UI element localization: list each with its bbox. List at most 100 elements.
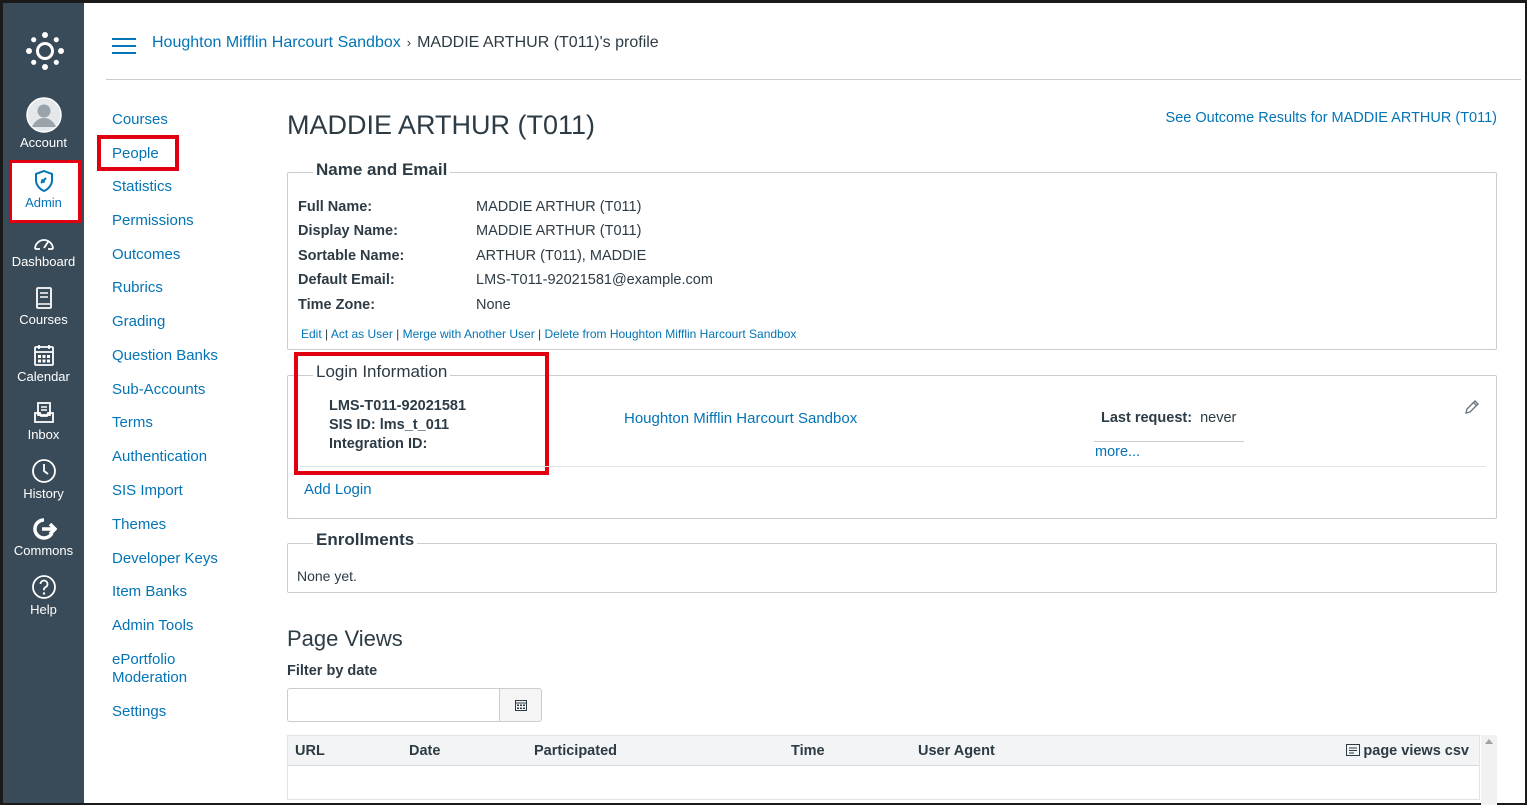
- outcome-results-link[interactable]: See Outcome Results for MADDIE ARTHUR (T…: [1166, 110, 1497, 126]
- nav-commons-label: Commons: [13, 543, 74, 558]
- more-link[interactable]: more...: [1095, 444, 1140, 460]
- action-separator: |: [534, 327, 545, 341]
- page-views-csv-link[interactable]: page views csv: [1346, 743, 1469, 759]
- breadcrumb-account-link[interactable]: Houghton Mifflin Harcourt Sandbox: [152, 34, 401, 51]
- nav-help[interactable]: Help: [3, 574, 84, 617]
- display-name-value: MADDIE ARTHUR (T011): [476, 223, 642, 239]
- subnav-eportfolio-moderation-line2[interactable]: Moderation: [112, 668, 187, 687]
- nav-courses[interactable]: Courses: [3, 286, 84, 327]
- sortable-name-label: Sortable Name:: [298, 248, 405, 264]
- subnav-admin-tools[interactable]: Admin Tools: [112, 616, 193, 635]
- nav-account[interactable]: Account: [3, 97, 84, 150]
- action-separator: |: [321, 327, 331, 341]
- subnav-themes[interactable]: Themes: [112, 515, 166, 534]
- subnav-people[interactable]: People: [112, 144, 159, 163]
- subnav-permissions[interactable]: Permissions: [112, 211, 194, 230]
- calendar-icon: [515, 700, 527, 711]
- nav-history[interactable]: History: [3, 458, 84, 501]
- sortable-name-value: ARTHUR (T011), MADDIE: [476, 248, 647, 264]
- subnav-terms[interactable]: Terms: [112, 413, 153, 432]
- subnav-authentication[interactable]: Authentication: [112, 447, 207, 466]
- nav-courses-label: Courses: [19, 312, 68, 327]
- column-header-url[interactable]: URL: [295, 743, 325, 759]
- user-actions: Edit | Act as User | Merge with Another …: [301, 327, 796, 341]
- book-icon: [35, 287, 52, 309]
- login-account-link[interactable]: Houghton Mifflin Harcourt Sandbox: [624, 410, 857, 427]
- delete-from-account-link[interactable]: Delete from Houghton Mifflin Harcourt Sa…: [544, 327, 796, 341]
- clock-icon: [31, 459, 56, 483]
- full-name-label: Full Name:: [298, 199, 373, 215]
- nav-inbox[interactable]: Inbox: [3, 401, 84, 442]
- subnav-outcomes[interactable]: Outcomes: [112, 245, 180, 264]
- enrollments-legend: Enrollments: [313, 530, 418, 550]
- page-views-table: URL Date Participated Time User Agent pa…: [287, 735, 1480, 800]
- edit-link[interactable]: Edit: [301, 327, 322, 341]
- sis-id: SIS ID: lms_t_011: [329, 417, 450, 433]
- subnav-grading[interactable]: Grading: [112, 312, 165, 331]
- nav-commons[interactable]: Commons: [3, 517, 84, 558]
- canvas-logo-icon[interactable]: [25, 31, 65, 71]
- subnav-item-banks[interactable]: Item Banks: [112, 582, 187, 601]
- subnav-courses[interactable]: Courses: [112, 110, 168, 129]
- time-zone-label: Time Zone:: [298, 297, 376, 313]
- global-nav: Account Admin Dashboard Courses Calendar: [3, 3, 84, 803]
- default-email-label: Default Email:: [298, 272, 395, 288]
- subnav-eportfolio-moderation-line1[interactable]: ePortfolio: [112, 650, 175, 669]
- time-zone-value: None: [476, 297, 511, 313]
- merge-user-link[interactable]: Merge with Another User: [403, 327, 535, 341]
- scrollbar[interactable]: [1481, 735, 1497, 805]
- display-name-label: Display Name:: [298, 223, 398, 239]
- pencil-icon[interactable]: [1463, 398, 1481, 416]
- column-header-date[interactable]: Date: [409, 743, 440, 759]
- page-views-csv-label: page views csv: [1363, 743, 1469, 759]
- last-request-label: Last request:: [1101, 410, 1193, 426]
- subnav-statistics[interactable]: Statistics: [112, 177, 172, 196]
- nav-help-label: Help: [30, 602, 57, 617]
- column-header-participated[interactable]: Participated: [534, 743, 617, 759]
- nav-account-label: Account: [20, 135, 67, 150]
- breadcrumb-separator: ›: [406, 35, 412, 50]
- add-login-link[interactable]: Add Login: [304, 481, 372, 498]
- subnav-question-banks[interactable]: Question Banks: [112, 346, 218, 365]
- date-filter-input[interactable]: [287, 688, 500, 722]
- inbox-icon: [33, 402, 54, 423]
- subnav-sis-import[interactable]: SIS Import: [112, 481, 183, 500]
- default-email-value: LMS-T011-92021581@example.com: [476, 272, 713, 288]
- page-title: MADDIE ARTHUR (T011): [287, 110, 596, 140]
- csv-file-icon: [1346, 744, 1361, 756]
- breadcrumb-current: MADDIE ARTHUR (T011)'s profile: [417, 34, 659, 51]
- subnav-sub-accounts[interactable]: Sub-Accounts: [112, 380, 205, 399]
- commons-icon: [32, 518, 57, 540]
- login-id: LMS-T011-92021581: [329, 398, 467, 414]
- subnav-rubrics[interactable]: Rubrics: [112, 278, 163, 297]
- divider: [300, 466, 1486, 467]
- divider: [1094, 441, 1244, 442]
- subnav-developer-keys[interactable]: Developer Keys: [112, 549, 218, 568]
- page-views-title: Page Views: [287, 626, 403, 651]
- nav-admin[interactable]: Admin: [3, 169, 84, 210]
- scroll-up-arrow-icon[interactable]: [1485, 739, 1493, 744]
- subnav-settings[interactable]: Settings: [112, 702, 166, 721]
- hamburger-menu-icon[interactable]: [112, 38, 136, 56]
- nav-dashboard-label: Dashboard: [11, 254, 76, 269]
- help-icon: [31, 575, 56, 599]
- avatar-icon: [25, 97, 62, 133]
- name-email-section: [287, 172, 1497, 350]
- nav-dashboard[interactable]: Dashboard: [3, 232, 84, 269]
- nav-history-label: History: [23, 486, 64, 501]
- column-header-user-agent[interactable]: User Agent: [918, 743, 995, 759]
- filter-by-date-label: Filter by date: [287, 663, 378, 679]
- column-header-time[interactable]: Time: [791, 743, 825, 759]
- nav-inbox-label: Inbox: [27, 427, 60, 442]
- act-as-user-link[interactable]: Act as User: [331, 327, 393, 341]
- speedometer-icon: [33, 239, 54, 250]
- date-picker-button[interactable]: [499, 688, 542, 722]
- nav-admin-label: Admin: [25, 195, 62, 210]
- name-email-legend: Name and Email: [313, 160, 451, 180]
- last-request-value: never: [1200, 410, 1237, 426]
- shield-icon: [34, 169, 53, 193]
- nav-calendar[interactable]: Calendar: [3, 343, 84, 384]
- nav-calendar-label: Calendar: [17, 369, 70, 384]
- integration-id: Integration ID:: [329, 436, 428, 452]
- page-header: Houghton Mifflin Harcourt Sandbox › MADDIE…: [106, 28, 1521, 80]
